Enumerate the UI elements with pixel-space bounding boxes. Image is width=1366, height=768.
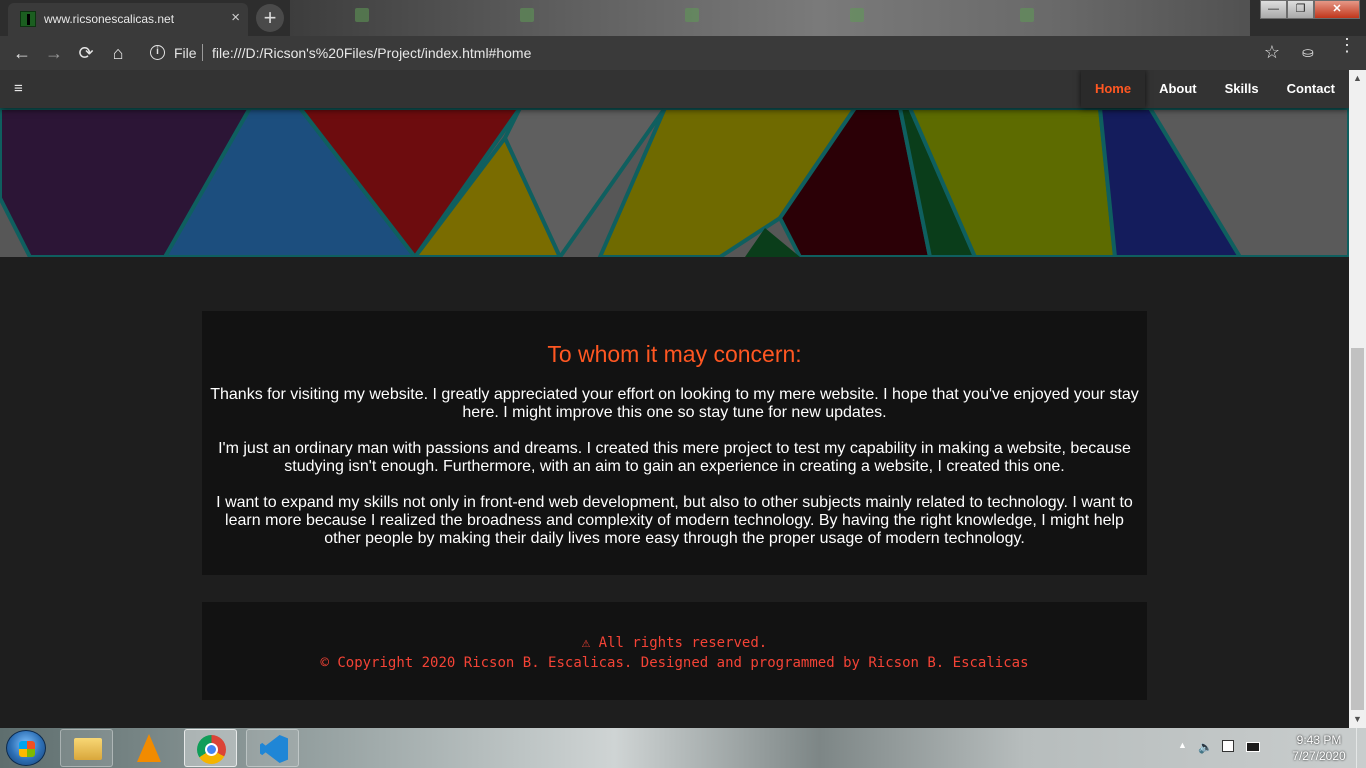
browser-tab-strip: www.ricsonescalicas.net × + — ❐ ✕ — [0, 0, 1366, 36]
nav-links: Home About Skills Contact — [1080, 70, 1349, 108]
browser-toolbar: ← → ⟳ ⌂ i File file:///D:/Ricson's%20Fil… — [0, 36, 1366, 70]
taskbar-clock[interactable]: 9:43 PM 7/27/2020 — [1282, 732, 1356, 764]
site-favicon-icon — [20, 11, 36, 27]
taskbar-vscode[interactable] — [246, 729, 299, 767]
desktop-background-blur — [290, 0, 1250, 36]
nav-link-about[interactable]: About — [1145, 70, 1211, 108]
nav-link-contact[interactable]: Contact — [1273, 70, 1349, 108]
windows-logo-icon — [19, 741, 35, 757]
taskbar-file-explorer[interactable] — [60, 729, 113, 767]
background-tab-icon — [685, 8, 699, 22]
letter-paragraph: I want to expand my skills not only in f… — [216, 494, 1133, 547]
taskbar-chrome[interactable] — [184, 729, 237, 767]
scroll-down-arrow-icon[interactable]: ▼ — [1349, 711, 1366, 728]
volume-icon[interactable]: 🔈 — [1198, 740, 1213, 754]
system-tray: ▲ 🔈 9:43 PM 7/27/2020 — [1166, 728, 1366, 768]
background-tab-icon — [850, 8, 864, 22]
start-button[interactable] — [6, 730, 46, 766]
action-center-flag-icon[interactable] — [1222, 740, 1234, 752]
site-navbar: ≡ Home About Skills Contact — [0, 70, 1349, 108]
scheme-label: File — [174, 45, 197, 61]
show-hidden-icons-icon[interactable]: ▲ — [1178, 740, 1187, 750]
nav-link-skills[interactable]: Skills — [1211, 70, 1273, 108]
browser-menu-icon[interactable]: ⋮ — [1338, 36, 1356, 54]
hamburger-menu-icon[interactable]: ≡ — [14, 80, 23, 97]
browser-tab-active[interactable]: www.ricsonescalicas.net × — [8, 3, 248, 36]
maximize-button[interactable]: ❐ — [1287, 0, 1314, 19]
show-desktop-button[interactable] — [1356, 728, 1366, 768]
nav-link-home[interactable]: Home — [1080, 70, 1146, 108]
footer-rights-text: ⚠ All rights reserved. — [581, 635, 768, 651]
scrollbar-thumb[interactable] — [1351, 348, 1364, 710]
site-footer: ⚠ All rights reserved. © Copyright 2020 … — [202, 602, 1147, 700]
window-controls: — ❐ ✕ — [1260, 0, 1360, 19]
tab-title: www.ricsonescalicas.net — [44, 12, 175, 26]
minimize-button[interactable]: — — [1260, 0, 1287, 19]
vlc-icon — [137, 734, 161, 762]
scroll-up-arrow-icon[interactable]: ▲ — [1349, 70, 1366, 87]
background-tab-icon — [1020, 8, 1034, 22]
tab-close-icon[interactable]: × — [231, 10, 240, 26]
back-arrow-icon[interactable]: ← — [10, 42, 34, 64]
background-tab-icon — [355, 8, 369, 22]
new-tab-button[interactable]: + — [256, 4, 284, 32]
intro-letter-card: To whom it may concern: Thanks for visit… — [202, 311, 1147, 575]
letter-heading: To whom it may concern: — [547, 341, 802, 367]
background-tab-icon — [520, 8, 534, 22]
letter-paragraph: Thanks for visiting my website. I greatl… — [210, 386, 1139, 421]
extension-icon[interactable]: ⛀ — [1302, 44, 1314, 61]
bookmark-star-icon[interactable]: ☆ — [1264, 42, 1280, 63]
clock-date: 7/27/2020 — [1292, 749, 1346, 763]
file-explorer-icon — [74, 738, 102, 760]
footer-copyright-text: © Copyright 2020 Ricson B. Escalicas. De… — [320, 655, 1029, 671]
home-icon[interactable]: ⌂ — [106, 42, 130, 64]
address-divider — [202, 44, 203, 61]
site-info-icon[interactable]: i — [150, 45, 165, 60]
url-text[interactable]: file:///D:/Ricson's%20Files/Project/inde… — [212, 45, 531, 61]
page-scrollbar[interactable]: ▲ ▼ — [1349, 70, 1366, 728]
close-window-button[interactable]: ✕ — [1314, 0, 1360, 19]
forward-arrow-icon[interactable]: → — [42, 42, 66, 64]
reload-icon[interactable]: ⟳ — [74, 42, 98, 64]
letter-paragraph: I'm just an ordinary man with passions a… — [218, 440, 1131, 475]
network-icon[interactable] — [1246, 742, 1260, 752]
chrome-icon — [197, 735, 226, 764]
address-bar[interactable]: i File file:///D:/Ricson's%20Files/Proje… — [142, 39, 1292, 67]
vscode-icon — [260, 735, 288, 763]
geometric-pattern-image — [0, 108, 1349, 257]
clock-time: 9:43 PM — [1296, 733, 1342, 747]
hero-banner-image — [0, 108, 1349, 257]
taskbar-vlc[interactable] — [122, 729, 175, 767]
windows-taskbar: ▲ 🔈 9:43 PM 7/27/2020 — [0, 728, 1366, 768]
page-viewport: ≡ Home About Skills Contact To whom it m… — [0, 70, 1349, 728]
